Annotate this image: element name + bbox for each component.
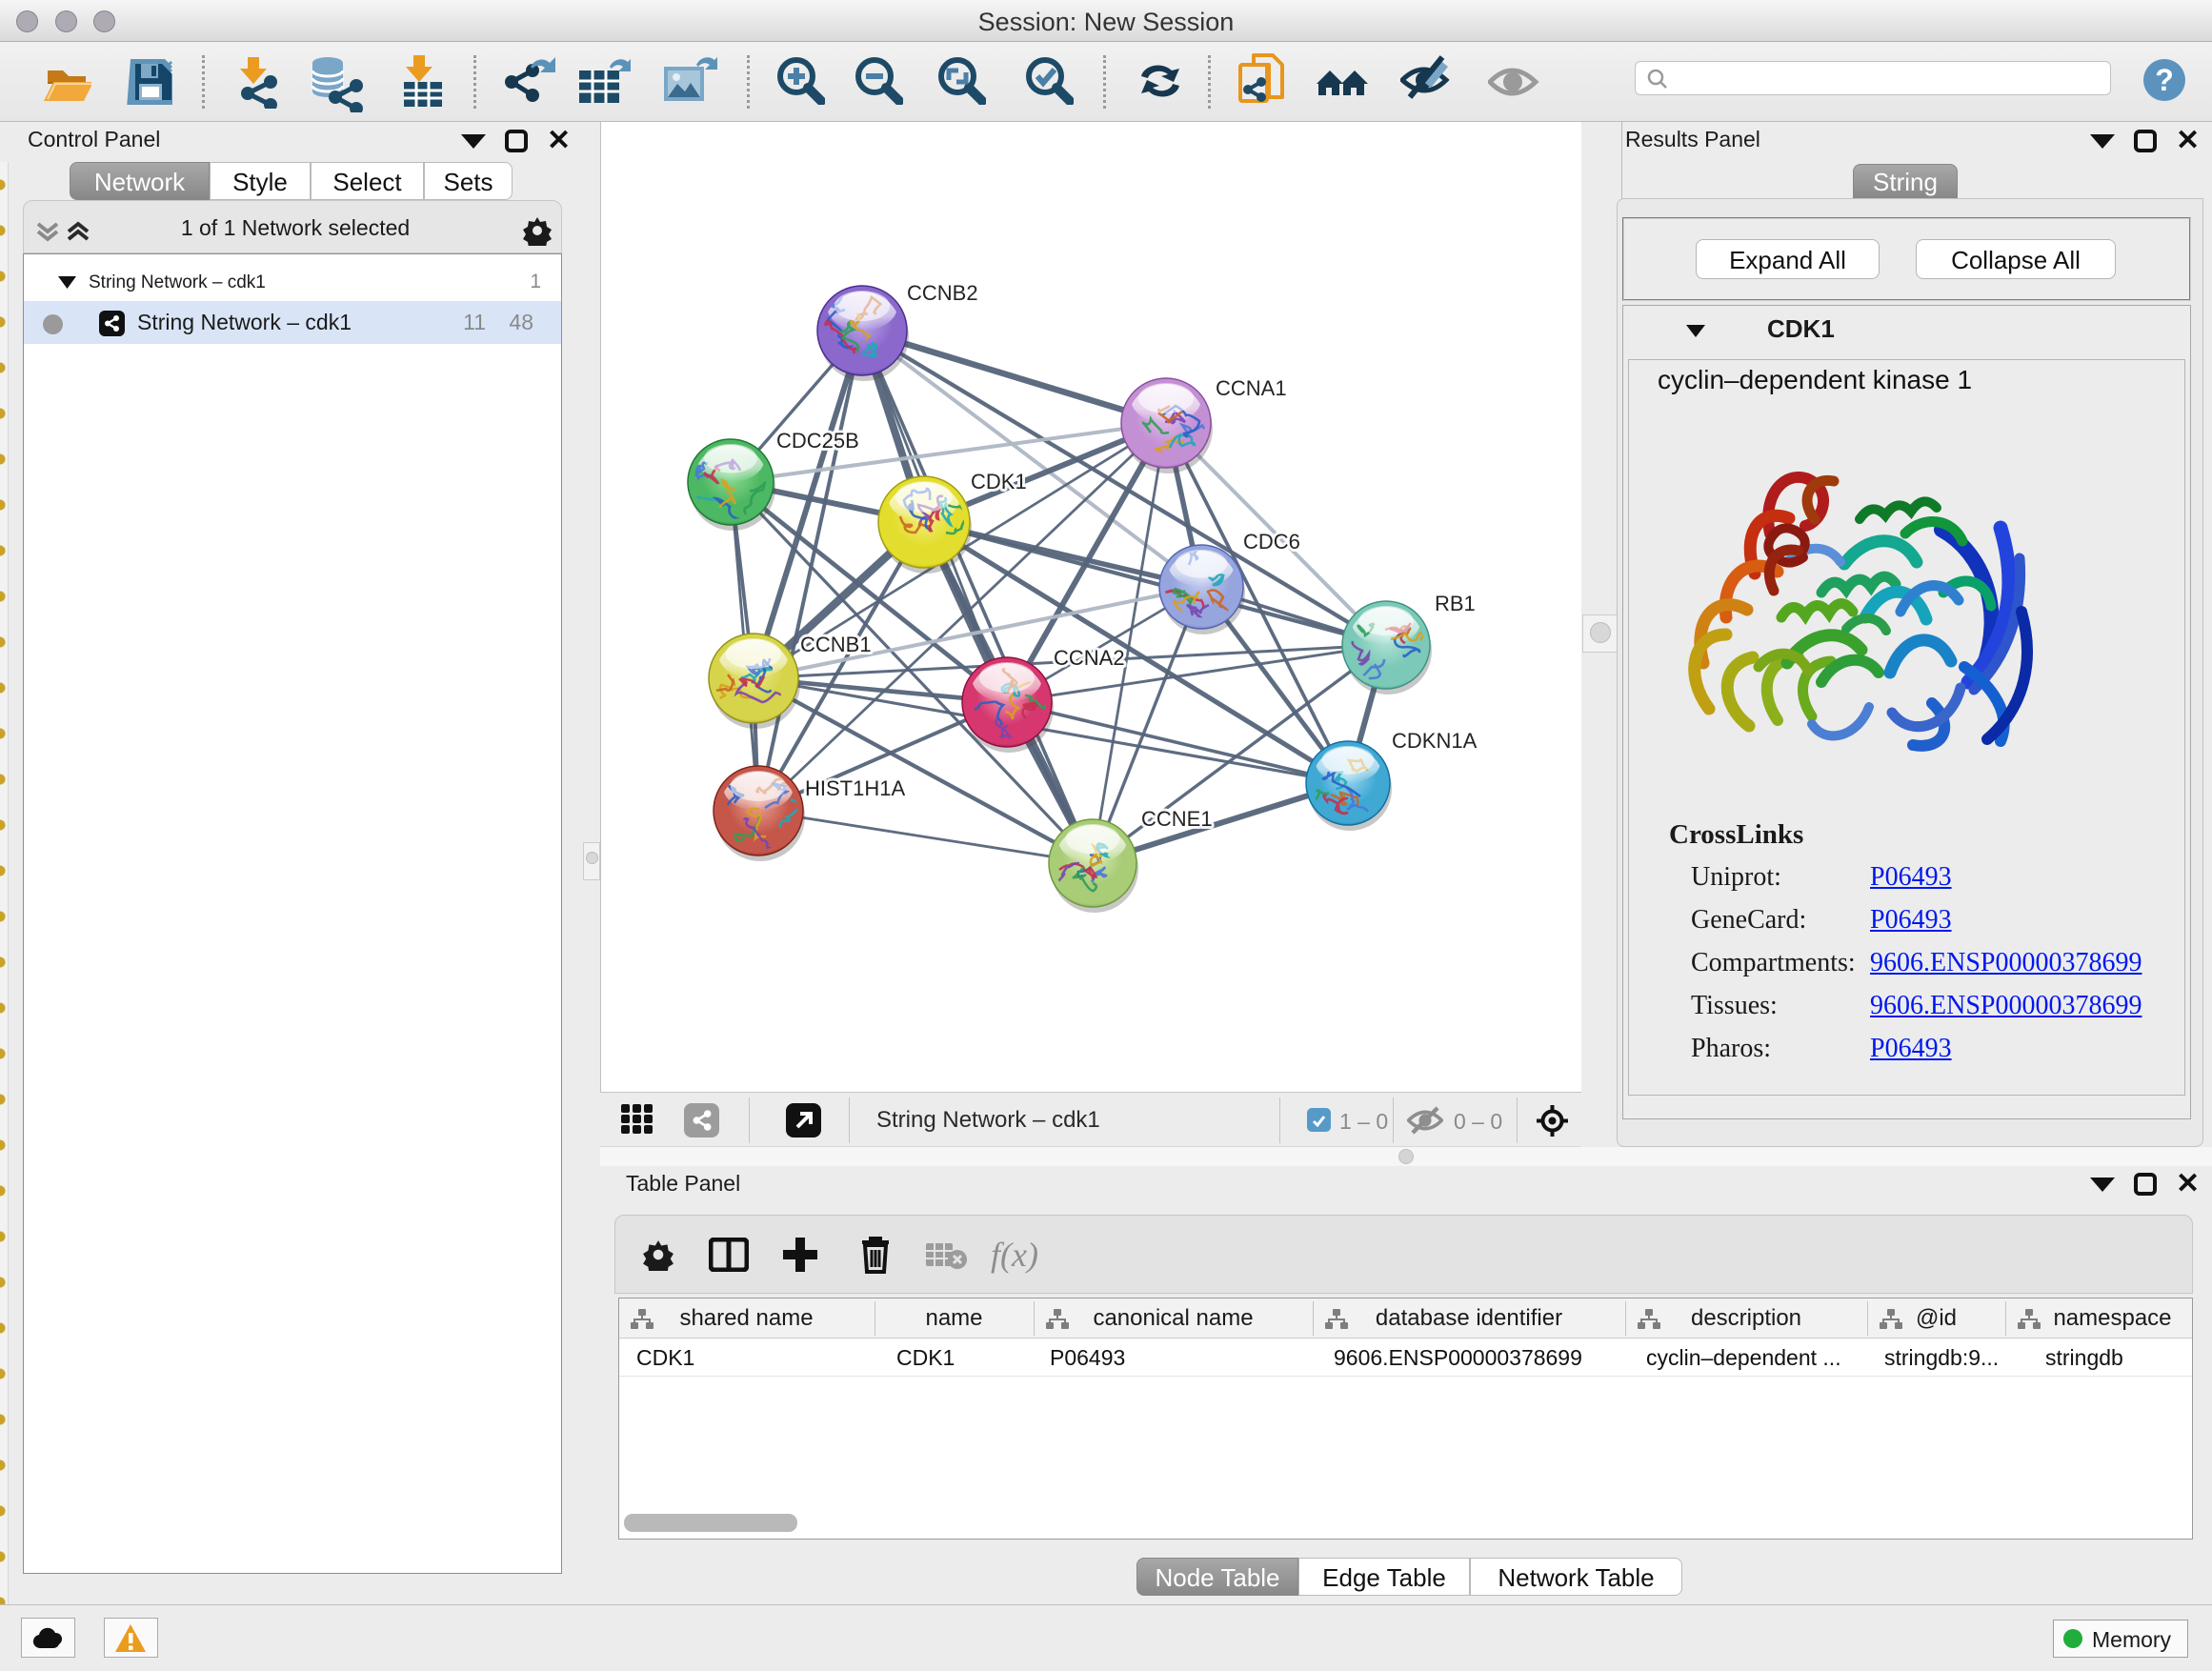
- svg-text:RB1: RB1: [1435, 592, 1476, 615]
- svg-text:CCNE1: CCNE1: [1141, 807, 1213, 831]
- svg-text:CDC6: CDC6: [1243, 530, 1300, 554]
- svg-text:CDKN1A: CDKN1A: [1392, 729, 1478, 753]
- svg-text:CCNB2: CCNB2: [907, 281, 978, 305]
- svg-text:HIST1H1A: HIST1H1A: [805, 776, 905, 800]
- svg-text:CDK1: CDK1: [971, 470, 1027, 493]
- svg-text:CDC25B: CDC25B: [776, 429, 859, 453]
- svg-text:CCNA2: CCNA2: [1054, 646, 1125, 670]
- svg-text:CCNA1: CCNA1: [1216, 376, 1287, 400]
- svg-text:CCNB1: CCNB1: [800, 633, 872, 656]
